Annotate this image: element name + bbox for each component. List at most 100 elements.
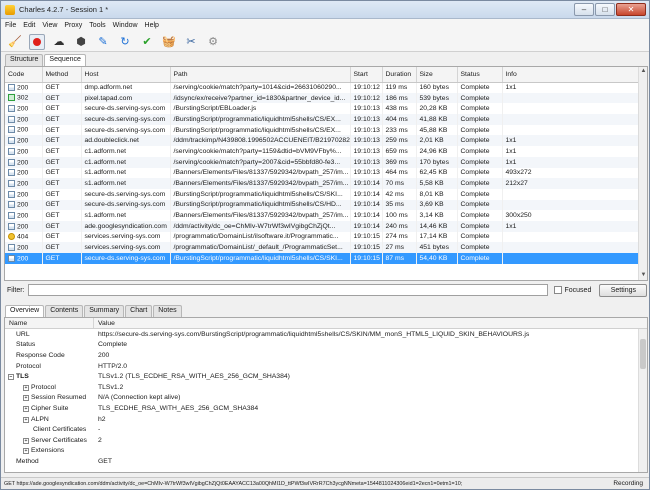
detail-row[interactable]: − TLS TLSv1.2 (TLS_ECDHE_RSA_WITH_AES_256_… [5, 371, 647, 382]
status-text: GET https://ade.googlesyndication.com/dd… [4, 480, 463, 487]
cell-host: s1.adform.net [81, 167, 171, 179]
table-row[interactable]: 200 GET s1.adform.net/Banners/Elements/Fil… [5, 210, 640, 221]
document-icon [8, 211, 15, 219]
expand-icon[interactable]: + [23, 448, 29, 455]
cell-path: /BurstingScript/programmatic/liquidhtml5… [170, 188, 351, 200]
col-size[interactable]: Size [416, 67, 458, 83]
col-host[interactable]: Host [81, 67, 171, 83]
throttle-icon[interactable]: ☁ [51, 34, 67, 50]
collapse-icon[interactable]: − [8, 374, 14, 381]
col-info[interactable]: Info [502, 67, 640, 83]
col-status[interactable]: Status [457, 67, 503, 83]
broom-icon[interactable]: 🧹 [7, 34, 23, 50]
col-duration[interactable]: Duration [382, 67, 417, 83]
cell-status: Complete [457, 188, 503, 200]
cell-code: 200 [5, 178, 43, 189]
expand-icon[interactable]: + [23, 437, 29, 444]
tab-chart[interactable]: Chart [125, 305, 153, 317]
tab-sequence[interactable]: Sequence [44, 54, 86, 66]
expand-icon[interactable]: + [23, 384, 29, 391]
col-value[interactable]: Value [94, 318, 115, 328]
col-code[interactable]: Code [5, 67, 43, 83]
cell-code: 302 [5, 92, 43, 104]
table-scrollbar[interactable]: ▲ ▼ [638, 67, 647, 280]
table-row[interactable]: 200 GET ade.googlesyndication.com/ddm/acti… [5, 220, 640, 232]
table-row[interactable]: 200 GET ad.doubleclick.net/ddm/trackimp/N4… [5, 135, 640, 147]
table-row[interactable]: 200 GET s1.adform.net/Banners/Elements/Fil… [5, 167, 640, 179]
overview-scrollbar[interactable] [638, 329, 647, 472]
detail-row[interactable]: + Cipher Suite TLS_ECDHE_RSA_WITH_AES_256_… [5, 403, 647, 414]
tab-overview[interactable]: Overview [5, 305, 45, 317]
detail-row[interactable]: + Session Resumed N/A (Connection kept ali… [5, 393, 647, 404]
menu-edit[interactable]: Edit [23, 22, 35, 29]
edit-icon[interactable]: ✎ [95, 34, 111, 50]
detail-row[interactable]: + Server Certificates 2 [5, 435, 647, 446]
settings-button[interactable]: Settings [599, 283, 648, 297]
table-row[interactable]: 200 GET dmp.adform.net/serving/cookie/matc… [5, 82, 640, 93]
expand-icon[interactable]: + [23, 405, 29, 412]
cell-size: 451 bytes [416, 242, 458, 253]
cell-start: 19:10:15 [350, 242, 383, 253]
tab-summary[interactable]: Summary [84, 305, 125, 317]
table-row[interactable]: 200 GET s1.adform.net/Banners/Elements/Fil… [5, 178, 640, 189]
table-row[interactable]: 200 GET services.serving-sys.com/programma… [5, 242, 640, 253]
cell-host: secure-ds.serving-sys.com [81, 103, 171, 115]
menu-file[interactable]: File [5, 22, 16, 29]
scroll-down-icon[interactable]: ▼ [639, 271, 647, 280]
table-row[interactable]: 302 GET pixel.tapad.com/idsync/ex/receive?… [5, 92, 640, 104]
detail-row[interactable]: + Extensions [5, 446, 647, 457]
table-row[interactable]: 200 GET c1.adform.net/serving/cookie/match… [5, 146, 640, 157]
col-method[interactable]: Method [42, 67, 82, 83]
menu-proxy[interactable]: Proxy [64, 22, 82, 29]
detail-row[interactable]: Method GET [5, 456, 647, 467]
table-row[interactable]: 200 GET secure-ds.serving-sys.com/Bursting… [5, 124, 640, 136]
cell-path: /serving/cookie/match?party=1159&dtid=bV… [170, 146, 351, 157]
expand-icon[interactable]: + [23, 395, 29, 402]
tab-contents[interactable]: Contents [45, 305, 84, 317]
focused-toggle[interactable]: Focused [553, 286, 591, 294]
close-button[interactable]: ✕ [616, 3, 646, 16]
menu-view[interactable]: View [42, 22, 57, 29]
minimize-button[interactable]: – [574, 3, 594, 16]
table-row[interactable]: 200 GET secure-ds.serving-sys.com/Bursting… [5, 199, 640, 211]
scroll-thumb[interactable] [640, 339, 646, 369]
detail-row[interactable]: + Protocol TLSv1.2 [5, 382, 647, 393]
repeat-icon[interactable]: ↻ [117, 34, 133, 50]
tab-notes[interactable]: Notes [153, 305, 182, 317]
menu-window[interactable]: Window [113, 22, 138, 29]
expand-icon[interactable]: + [23, 416, 29, 423]
tab-structure[interactable]: Structure [5, 54, 44, 66]
table-row[interactable]: 200 GET secure-ds.serving-sys.com/Bursting… [5, 114, 640, 125]
detail-row[interactable]: URL https://secure-ds.serving-sys.com/Bur… [5, 329, 647, 340]
filter-input[interactable] [27, 284, 548, 296]
table-row[interactable]: 200 GET secure-ds.serving-sys.com/Bursting… [5, 188, 640, 200]
table-row[interactable]: 200 GET c1.adform.net/serving/cookie/match… [5, 156, 640, 168]
shopping-basket-icon[interactable]: 🧺 [161, 34, 177, 50]
tools-icon[interactable]: ✂ [183, 34, 199, 50]
detail-row[interactable]: Protocol HTTP/2.0 [5, 361, 647, 372]
col-path[interactable]: Path [170, 67, 351, 83]
table-row[interactable]: 404 GET services.serving-sys.com/programma… [5, 231, 640, 243]
settings-icon[interactable]: ⚙ [205, 34, 221, 50]
record-icon[interactable] [29, 33, 45, 50]
menu-tools[interactable]: Tools [89, 22, 105, 29]
detail-name: + Session Resumed [5, 394, 94, 402]
table-row[interactable]: 200 GET secure-ds.serving-sys.com/Bursting… [5, 253, 640, 264]
col-start[interactable]: Start [350, 67, 383, 83]
detail-row[interactable]: Client Certificates - [5, 424, 647, 435]
menu-help[interactable]: Help [145, 22, 159, 29]
maximize-button[interactable]: □ [595, 3, 615, 16]
detail-row[interactable]: Response Code 200 [5, 350, 647, 361]
scroll-up-icon[interactable]: ▲ [639, 67, 647, 76]
col-name[interactable]: Name [5, 318, 94, 328]
detail-name-text: Client Certificates [33, 426, 87, 434]
breakpoint-icon[interactable]: ⬢ [73, 34, 89, 50]
detail-row[interactable]: Status Complete [5, 340, 647, 351]
cell-info: 1x1 [502, 135, 640, 147]
cell-size: 3,14 KB [416, 210, 458, 221]
validate-icon[interactable]: ✔ [139, 34, 155, 50]
focused-checkbox[interactable] [553, 286, 562, 294]
code-text: 200 [17, 148, 29, 156]
table-row[interactable]: 200 GET secure-ds.serving-sys.com/Bursting… [5, 103, 640, 115]
detail-row[interactable]: + ALPN h2 [5, 414, 647, 425]
